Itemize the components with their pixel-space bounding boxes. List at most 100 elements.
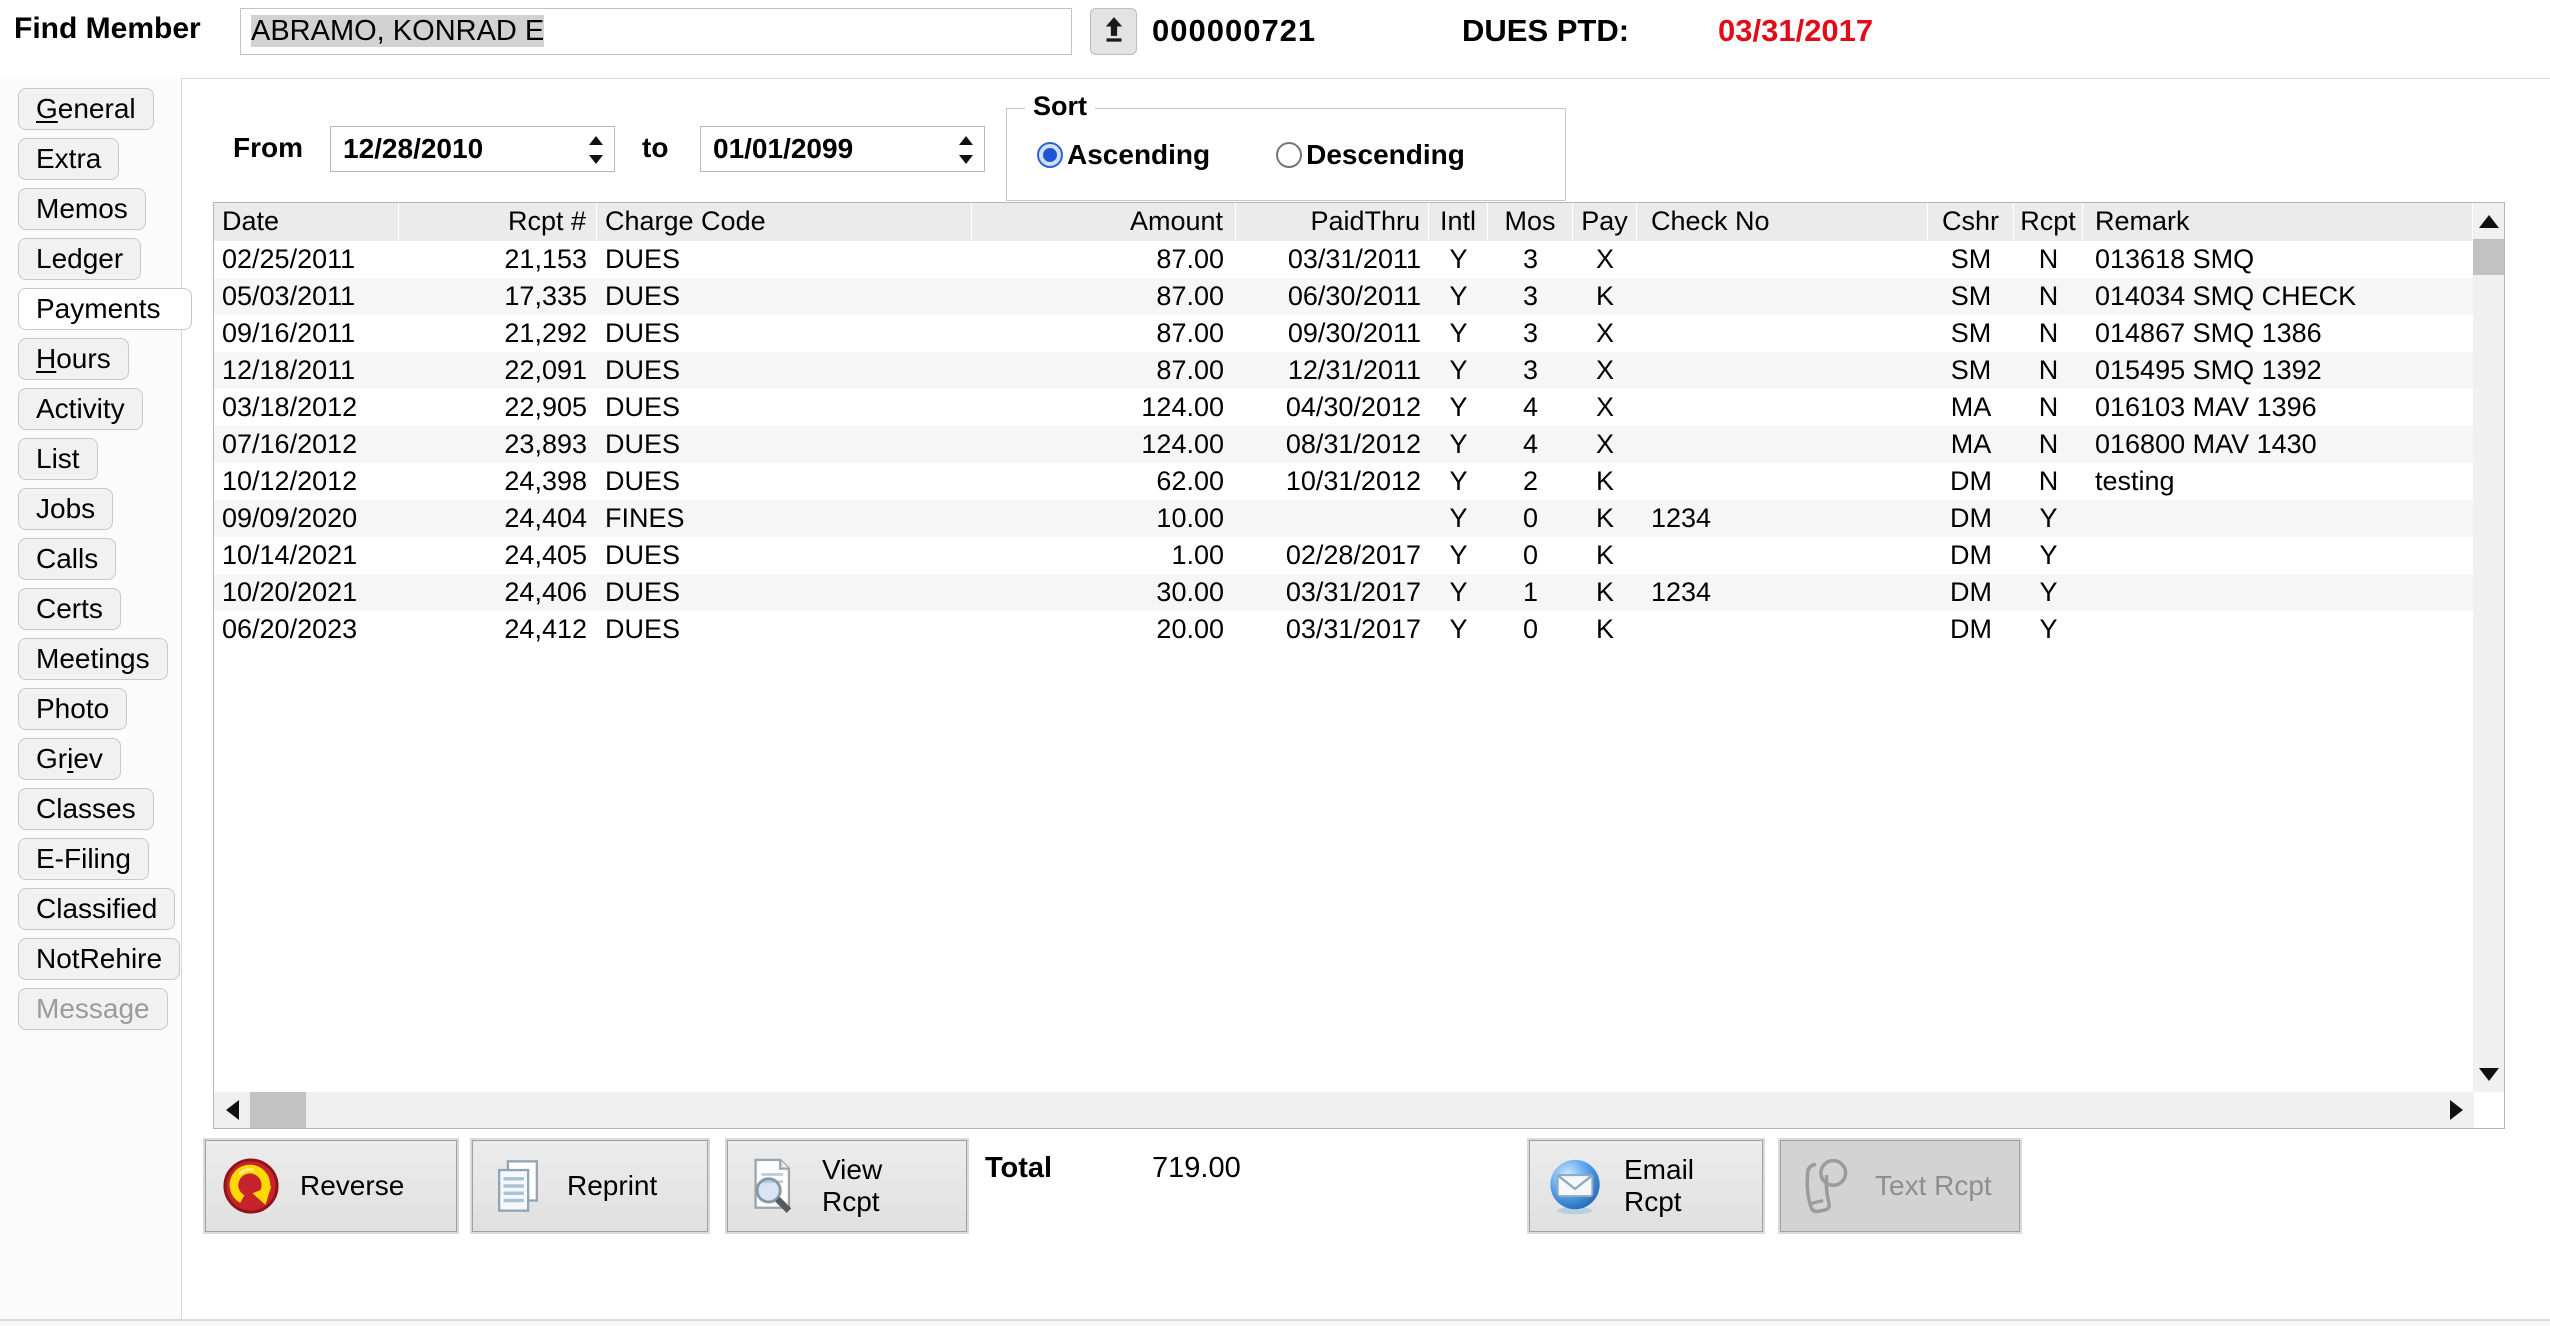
cell-amount: 87.00 [972,241,1236,278]
sidebar-tab-photo[interactable]: Photo [18,688,127,730]
sidebar-tab-classes[interactable]: Classes [18,788,154,830]
sidebar-tab-classified[interactable]: Classified [18,888,175,930]
table-row[interactable]: 09/09/202024,404FINES10.00Y0K1234DMY [214,500,2473,537]
vertical-scroll-thumb[interactable] [2473,239,2504,275]
cell-intl: Y [1429,352,1488,389]
sidebar-tab-notrehire[interactable]: NotRehire [18,938,180,980]
sidebar-tab-griev[interactable]: Griev [18,738,121,780]
to-date-input[interactable]: 01/01/2099 [700,126,985,172]
table-row[interactable]: 10/20/202124,406DUES30.0003/31/2017Y1K12… [214,574,2473,611]
cell-amount: 10.00 [972,500,1236,537]
column-header-paidthru[interactable]: PaidThru [1236,203,1429,241]
button-label: View Rcpt [822,1154,946,1218]
sidebar-tab-certs[interactable]: Certs [18,588,121,630]
cell-charge-code: DUES [597,463,972,500]
reverse-button[interactable]: Reverse [205,1140,457,1232]
cell-rcpt-: 23,893 [399,426,597,463]
scroll-down-button[interactable] [2473,1056,2504,1092]
from-date-spinner[interactable] [588,134,602,166]
cell-remark: testing [2083,463,2473,500]
sidebar-tab-e-filing[interactable]: E-Filing [18,838,149,880]
scroll-up-button[interactable] [2473,203,2504,239]
from-date-input[interactable]: 12/28/2010 [330,126,615,172]
column-header-intl[interactable]: Intl [1429,203,1488,241]
sidebar-tab-payments[interactable]: Payments [18,288,192,330]
table-row[interactable]: 02/25/201121,153DUES87.0003/31/2011Y3XSM… [214,241,2473,278]
table-row[interactable]: 12/18/201122,091DUES87.0012/31/2011Y3XSM… [214,352,2473,389]
cell-check-no [1637,611,1928,648]
email-rcpt-button[interactable]: Email Rcpt [1529,1140,1763,1232]
sidebar-tab-calls[interactable]: Calls [18,538,116,580]
cell-check-no [1637,241,1928,278]
cell-charge-code: DUES [597,611,972,648]
scroll-right-button[interactable] [2438,1092,2474,1128]
table-row[interactable]: 05/03/201117,335DUES87.0006/30/2011Y3KSM… [214,278,2473,315]
cell-rcpt-: 22,905 [399,389,597,426]
table-row[interactable]: 10/14/202124,405DUES1.0002/28/2017Y0KDMY [214,537,2473,574]
column-header-date[interactable]: Date [214,203,399,241]
from-label: From [233,132,303,164]
view-rcpt-button[interactable]: View Rcpt [727,1140,967,1232]
column-header-cshr[interactable]: Cshr [1928,203,2014,241]
cell-date: 06/20/2023 [214,611,399,648]
cell-rcpt: N [2014,463,2083,500]
radio-unselected-icon[interactable] [1276,142,1302,168]
table-row[interactable]: 09/16/201121,292DUES87.0009/30/2011Y3XSM… [214,315,2473,352]
member-lookup-button[interactable] [1090,8,1137,55]
cell-rcpt: Y [2014,574,2083,611]
sidebar-tab-meetings[interactable]: Meetings [18,638,168,680]
tab-label: Ledger [36,243,123,274]
sidebar-tab-list[interactable]: List [18,438,98,480]
table-row[interactable]: 06/20/202324,412DUES20.0003/31/2017Y0KDM… [214,611,2473,648]
cell-mos: 3 [1488,241,1573,278]
cell-amount: 87.00 [972,352,1236,389]
member-payments-screen: Find Member ABRAMO, KONRAD E 000000721 D… [0,0,2550,1326]
cell-check-no: 1234 [1637,574,1928,611]
sidebar-tab-general[interactable]: General [18,88,154,130]
sidebar-tab-activity[interactable]: Activity [18,388,143,430]
reprint-button[interactable]: Reprint [472,1140,708,1232]
table-row[interactable]: 07/16/201223,893DUES124.0008/31/2012Y4XM… [214,426,2473,463]
column-header-amount[interactable]: Amount [972,203,1236,241]
tab-label: Jobs [36,493,95,524]
table-row[interactable]: 03/18/201222,905DUES124.0004/30/2012Y4XM… [214,389,2473,426]
cell-pay: X [1573,426,1637,463]
cell-cshr: DM [1928,611,2014,648]
cell-rcpt-: 24,412 [399,611,597,648]
column-header-rcpt-[interactable]: Rcpt # [399,203,597,241]
to-label: to [642,132,668,164]
sidebar-tab-hours[interactable]: Hours [18,338,129,380]
spinner-up-icon[interactable] [959,136,973,145]
column-header-charge-code[interactable]: Charge Code [597,203,972,241]
vertical-scrollbar[interactable] [2473,203,2504,1092]
column-header-rcpt[interactable]: Rcpt [2014,203,2083,241]
cell-intl: Y [1429,315,1488,352]
sidebar-tab-memos[interactable]: Memos [18,188,146,230]
spinner-down-icon[interactable] [589,155,603,164]
bottom-strip [0,1321,2550,1326]
find-member-input[interactable]: ABRAMO, KONRAD E [240,8,1072,55]
to-date-spinner[interactable] [958,134,972,166]
sort-radio-ascending[interactable]: Ascending [1037,139,1210,171]
horizontal-scroll-thumb[interactable] [250,1092,306,1128]
column-header-check-no[interactable]: Check No [1637,203,1928,241]
to-date-value: 01/01/2099 [713,133,853,164]
sidebar-tab-ledger[interactable]: Ledger [18,238,141,280]
cell-remark: 016103 MAV 1396 [2083,389,2473,426]
column-header-pay[interactable]: Pay [1573,203,1637,241]
table-row[interactable]: 10/12/201224,398DUES62.0010/31/2012Y2KDM… [214,463,2473,500]
column-header-remark[interactable]: Remark [2083,203,2473,241]
total-label: Total [985,1152,1052,1185]
radio-selected-icon[interactable] [1037,142,1063,168]
scroll-left-button[interactable] [214,1092,250,1128]
column-header-mos[interactable]: Mos [1488,203,1573,241]
sort-radio-descending[interactable]: Descending [1276,139,1465,171]
spinner-down-icon[interactable] [959,155,973,164]
horizontal-scrollbar[interactable] [214,1092,2474,1128]
sidebar-tab-extra[interactable]: Extra [18,138,119,180]
cell-check-no [1637,278,1928,315]
cell-charge-code: DUES [597,352,972,389]
cell-remark [2083,611,2473,648]
spinner-up-icon[interactable] [589,136,603,145]
sidebar-tab-jobs[interactable]: Jobs [18,488,113,530]
